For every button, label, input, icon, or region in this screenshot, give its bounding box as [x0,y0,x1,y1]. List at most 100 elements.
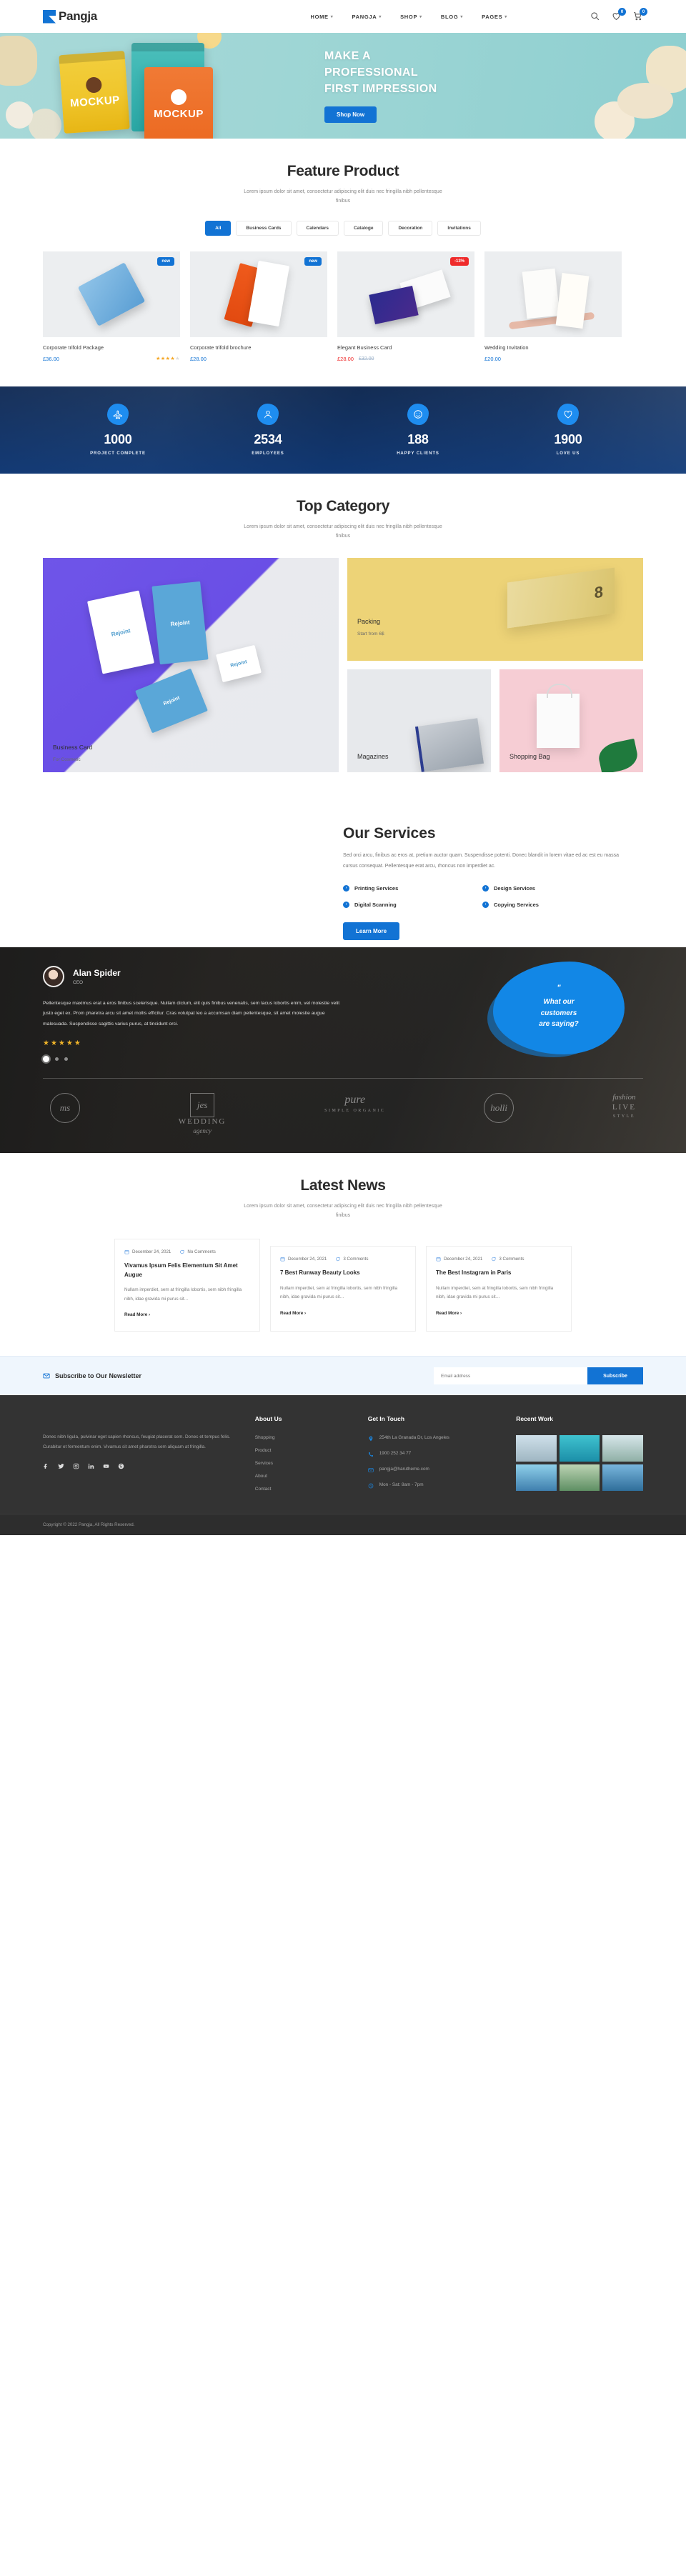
footer-link-services[interactable]: Services [255,1461,368,1466]
testimonial-author-name: Alan Spider [73,967,121,978]
hero-banner: MOCKUP FOOD MOCKUP MAKE A PROFESSIONAL F… [0,33,686,139]
mail-icon [43,1373,50,1379]
recent-work-thumb[interactable] [602,1435,643,1462]
recent-work-thumb[interactable] [559,1464,600,1492]
brand-big-text: LIVE [612,1103,636,1112]
nav-item-pages[interactable]: PAGES ▾ [482,14,507,20]
counter-employees: 2534 EMPLOYEES [193,404,343,456]
news-title[interactable]: 7 Best Runway Beauty Looks [280,1269,406,1277]
footer-link-contact[interactable]: Contact [255,1487,368,1492]
search-icon[interactable] [590,11,600,21]
service-label: Copying Services [494,901,539,908]
news-card[interactable]: December 24, 2021 3 Comments 7 Best Runw… [270,1246,416,1332]
subscribe-button[interactable]: Subscribe [587,1367,643,1385]
testimonial-carousel-dots [43,1056,350,1063]
footer-email: pangja@harutheme.com [368,1467,516,1473]
heart-icon [557,404,579,426]
comment-icon [492,1257,496,1262]
read-more-link[interactable]: Read More › [436,1311,462,1316]
mail-icon [368,1467,374,1473]
news-grid: December 24, 2021 No Comments Vivamus Ip… [43,1239,643,1332]
read-more-link[interactable]: Read More › [124,1312,150,1317]
read-more-text: Read More [124,1312,148,1318]
nav-item-pangja[interactable]: PANGJA ▾ [352,14,382,20]
quote-mark-icon: " [557,983,561,992]
linkedin-icon[interactable] [88,1463,94,1469]
news-title[interactable]: Vivamus Ipsum Felis Elementum Sit Amet A… [124,1262,250,1279]
filter-invitations[interactable]: Invitations [437,220,481,236]
service-item-copying[interactable]: › Copying Services [482,901,622,908]
site-logo[interactable]: Pangja [43,9,97,24]
youtube-icon[interactable] [103,1463,109,1469]
product-price: £28.00 [190,355,207,362]
location-pin-icon [368,1436,374,1442]
testimonial-quote: Pellentesque maximus erat a eros finibus… [43,1000,340,1027]
news-card[interactable]: December 24, 2021 No Comments Vivamus Ip… [114,1239,260,1332]
product-name: Corporate trifold brochure [190,344,252,351]
news-date-text: December 24, 2021 [444,1257,483,1262]
service-item-design[interactable]: › Design Services [482,884,622,892]
filter-all[interactable]: All [205,220,232,236]
nav-item-home[interactable]: HOME ▾ [310,14,333,20]
service-item-printing[interactable]: › Printing Services [343,884,482,892]
news-title[interactable]: The Best Instagram in Paris [436,1269,562,1277]
chevron-right-icon: › [482,901,489,908]
product-image[interactable]: new [43,251,180,337]
newsletter-title: Subscribe to Our Newsletter [55,1372,142,1380]
learn-more-button[interactable]: Learn More [343,922,400,940]
product-card[interactable]: new Corporate trifold brochure £28.00 [190,251,327,362]
category-card-shopping-bag[interactable]: Shopping Bag [499,669,643,773]
footer-social-links [43,1463,234,1469]
category-card-magazines[interactable]: Magazines [347,669,491,773]
recent-work-thumb[interactable] [559,1435,600,1462]
filter-cataloge[interactable]: Cataloge [343,220,384,236]
carousel-dot-3[interactable] [64,1057,68,1062]
site-header: Pangja HOME ▾ PANGJA ▾ SHOP ▾ BLOG ▾ PAG… [0,0,686,33]
product-image[interactable]: -13% [337,251,474,337]
footer-email-text[interactable]: pangja@harutheme.com [379,1467,429,1472]
nav-item-shop[interactable]: SHOP ▾ [400,14,422,20]
product-price: £20.00 [484,355,501,362]
carousel-dot-1[interactable] [43,1056,49,1063]
brand-logo-pure: pure SIMPLE ORGANIC [324,1093,385,1135]
footer-link-shopping[interactable]: Shopping [255,1435,368,1440]
product-image[interactable] [484,251,622,337]
read-more-text: Read More [280,1310,304,1316]
nav-item-blog[interactable]: BLOG ▾ [441,14,463,20]
cart-icon[interactable]: 0 [633,8,647,21]
brand-sub-text: agency [193,1127,212,1135]
product-card[interactable]: new Corporate trifold Package £36.00 ★★★… [43,251,180,362]
product-image[interactable]: new [190,251,327,337]
news-card[interactable]: December 24, 2021 3 Comments The Best In… [426,1246,572,1332]
footer-link-product[interactable]: Product [255,1448,368,1453]
news-comments: No Comments [179,1249,216,1254]
twitter-icon[interactable] [58,1463,64,1469]
carousel-dot-2[interactable] [55,1057,59,1062]
comment-icon [336,1257,340,1262]
product-card[interactable]: -13% Elegant Business Card £28.00 £32.00 [337,251,474,362]
filter-calendars[interactable]: Calendars [296,220,339,236]
recent-work-thumb[interactable] [516,1464,557,1492]
product-card[interactable]: Wedding Invitation £20.00 [484,251,622,362]
header-actions: 0 0 [590,8,647,21]
shop-now-button[interactable]: Shop Now [324,106,377,123]
recent-work-thumb[interactable] [602,1464,643,1492]
skype-icon[interactable] [118,1463,124,1469]
category-card-packing[interactable]: 8 Packing Start from 6$ [347,558,643,662]
facebook-icon[interactable] [43,1463,49,1469]
service-item-digital-scanning[interactable]: › Digital Scanning [343,901,482,908]
newsletter-email-input[interactable] [434,1367,587,1385]
news-excerpt: Nullam imperdiet, sem at fringilla lobor… [124,1287,242,1302]
category-card-business-card[interactable]: Rejoint Rejoint Rejoint Rejoint Business… [43,558,339,773]
brand-logo-jes: jes WEDDING agency [179,1093,227,1135]
filter-business-cards[interactable]: Business Cards [236,220,292,236]
footer-hours-text: Mon - Sat: 8am - 7pm [379,1482,424,1488]
filter-decoration[interactable]: Decoration [388,220,433,236]
footer-link-about[interactable]: About [255,1474,368,1479]
wishlist-icon[interactable]: 0 [612,8,626,21]
recent-work-thumb[interactable] [516,1435,557,1462]
wishlist-count-badge: 0 [618,8,626,16]
news-comments: 3 Comments [335,1257,368,1262]
instagram-icon[interactable] [73,1463,79,1469]
read-more-link[interactable]: Read More › [280,1311,306,1316]
